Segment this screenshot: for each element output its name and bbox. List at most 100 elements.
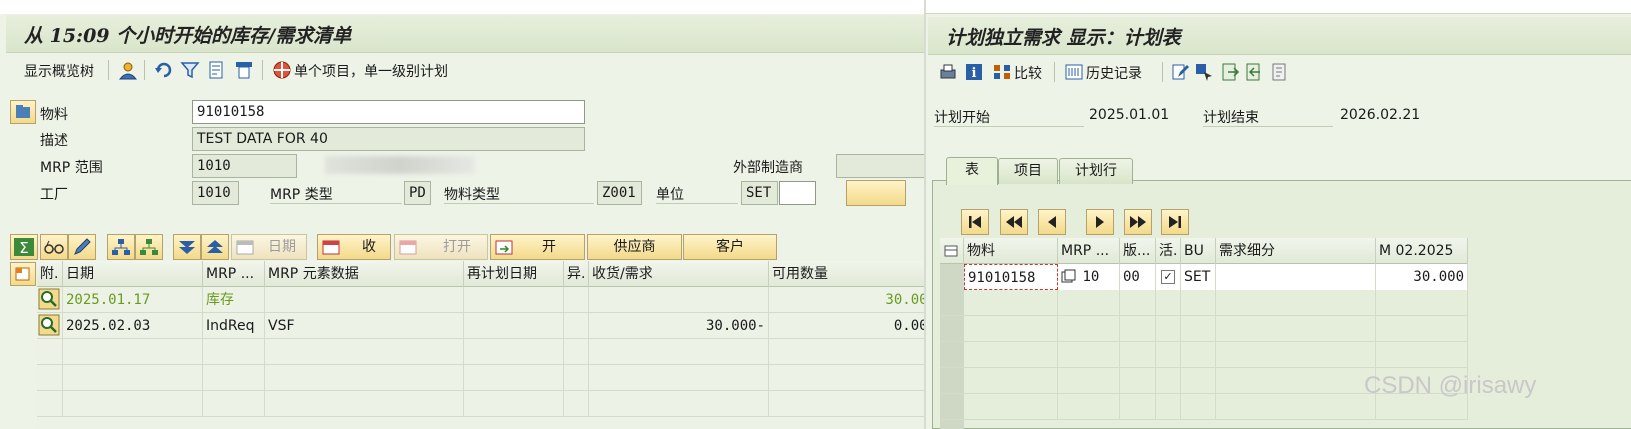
row-selector[interactable]	[940, 264, 964, 290]
compare-button[interactable]: 比较	[1014, 63, 1042, 83]
single-item-icon[interactable]	[272, 60, 292, 80]
vendor-button[interactable]: 供应商	[587, 234, 682, 260]
table-row[interactable]: 91010158 10 00 ✓ SET 30.000	[940, 264, 1468, 290]
receive-button[interactable]: 收	[317, 234, 391, 260]
empty-cell	[464, 365, 564, 391]
document-tools-icon[interactable]	[206, 60, 226, 80]
edit-button[interactable]	[68, 234, 96, 260]
customer-button[interactable]: 客户	[683, 234, 777, 260]
col-header-date[interactable]: 日期	[63, 261, 203, 287]
empty-cell	[63, 391, 203, 417]
collapse-button[interactable]	[135, 234, 163, 260]
sum-button[interactable]: Σ	[10, 234, 38, 260]
single-item-planning-button[interactable]: 单个项目，单一级别计划	[294, 61, 448, 81]
last-page-icon	[1169, 216, 1181, 228]
empty-cell	[1181, 316, 1216, 342]
empty-cell	[1376, 316, 1468, 342]
col-header-material[interactable]: 物料	[964, 238, 1058, 264]
compare-icon[interactable]	[992, 62, 1012, 82]
col-header-mrp[interactable]: MRP ...	[1058, 238, 1120, 264]
col-header-active[interactable]: 活.	[1156, 238, 1181, 264]
divider	[656, 203, 738, 204]
empty-cell	[564, 391, 589, 417]
table-row[interactable]: 2025.01.17 库存 30.000	[37, 287, 939, 313]
filter-icon[interactable]	[180, 60, 200, 80]
month-qty-cell[interactable]: 30.000	[1376, 264, 1468, 290]
tab-schedule-lines[interactable]: 计划行	[1059, 158, 1133, 184]
header-action-button[interactable]	[846, 180, 906, 206]
open2-button[interactable]: 开	[490, 234, 585, 260]
info-icon[interactable]: i	[964, 62, 984, 82]
col-header-exception[interactable]: 异.	[564, 261, 589, 287]
col-header-month[interactable]: M 02.2025	[1376, 238, 1468, 264]
magnifier-icon[interactable]	[37, 313, 61, 337]
sort-down-button[interactable]	[173, 234, 201, 260]
sort-up-button[interactable]	[201, 234, 229, 260]
mrp-cell[interactable]: 10	[1058, 264, 1120, 290]
col-header-reschedule-date[interactable]: 再计划日期	[464, 261, 564, 287]
layout-button[interactable]	[10, 262, 36, 286]
header-toggle-button[interactable]	[10, 100, 36, 124]
col-header-bu[interactable]: BU	[1181, 238, 1216, 264]
previous-page-button[interactable]	[1000, 209, 1028, 235]
sort-down-icon	[179, 241, 195, 254]
next-page-button[interactable]	[1124, 209, 1152, 235]
select-all-cell[interactable]	[940, 238, 964, 264]
copy-icon[interactable]	[1060, 268, 1078, 286]
history-icon[interactable]	[1064, 62, 1084, 82]
sum-icon: Σ	[14, 238, 34, 257]
table-row[interactable]: 2025.02.03 IndReq VSF 30.000- 0.000	[37, 313, 939, 339]
export-icon[interactable]	[1220, 62, 1240, 82]
open-button[interactable]: 打开	[394, 234, 488, 260]
col-header-receipt-requirement[interactable]: 收货/需求	[589, 261, 769, 287]
col-header-requirement-segment[interactable]: 需求细分	[1216, 238, 1376, 264]
layout-icon	[15, 267, 30, 281]
empty-cell	[1058, 316, 1120, 342]
select-cursor-icon[interactable]	[1194, 62, 1214, 82]
tab-items[interactable]: 项目	[998, 158, 1058, 184]
col-header-version[interactable]: 版...	[1120, 238, 1156, 264]
empty-cell	[564, 339, 589, 365]
print-setup-icon[interactable]	[234, 60, 254, 80]
empty-cell	[1120, 316, 1156, 342]
empty-cell	[1120, 342, 1156, 368]
date-button[interactable]: 日期	[231, 234, 307, 260]
glasses-button[interactable]	[40, 234, 68, 260]
col-header-mrp[interactable]: MRP ...	[203, 261, 265, 287]
show-overview-tree-button[interactable]: 显示概览树	[24, 61, 94, 81]
print-icon[interactable]	[938, 62, 958, 82]
magnifier-icon[interactable]	[37, 287, 61, 311]
import-icon[interactable]	[1244, 62, 1264, 82]
next-button[interactable]	[1086, 209, 1114, 235]
history-button[interactable]: 历史记录	[1086, 63, 1142, 83]
edit-document-icon[interactable]	[1170, 62, 1190, 82]
row-detail-cell[interactable]	[37, 313, 63, 339]
col-header-mrp-element-data[interactable]: MRP 元素数据	[265, 261, 464, 287]
open2-button-label: 开	[542, 239, 556, 255]
requirement-segment-cell[interactable]	[1216, 264, 1376, 290]
user-icon[interactable]	[118, 60, 138, 80]
refresh-icon[interactable]	[154, 60, 174, 80]
document-list-icon[interactable]	[1270, 62, 1290, 82]
empty-cell	[1120, 290, 1156, 316]
right-grid-body: 91010158 10 00 ✓ SET 30.000	[940, 264, 1468, 429]
empty-row	[940, 342, 1468, 368]
col-header-available-qty[interactable]: 可用数量	[769, 261, 939, 287]
hierarchy-down-icon	[140, 239, 158, 255]
last-page-button[interactable]	[1161, 209, 1189, 235]
tab-table[interactable]: 表	[946, 157, 998, 185]
active-cell[interactable]: ✓	[1156, 264, 1181, 290]
mrp-type-label: MRP 类型	[270, 187, 333, 203]
mrp-value: 10	[1082, 269, 1100, 285]
material-label: 物料	[40, 107, 68, 123]
empty-cell	[1120, 394, 1156, 420]
expand-button[interactable]	[107, 234, 135, 260]
first-page-button[interactable]	[961, 209, 989, 235]
material-field[interactable]: 91010158	[192, 100, 585, 124]
previous-button[interactable]	[1038, 209, 1066, 235]
col-header-attach[interactable]: 附.	[37, 261, 63, 287]
row-detail-cell[interactable]	[37, 287, 63, 313]
active-checkbox[interactable]: ✓	[1161, 270, 1175, 284]
unit-extra-field[interactable]	[779, 181, 816, 205]
material-cell[interactable]: 91010158	[964, 264, 1058, 290]
